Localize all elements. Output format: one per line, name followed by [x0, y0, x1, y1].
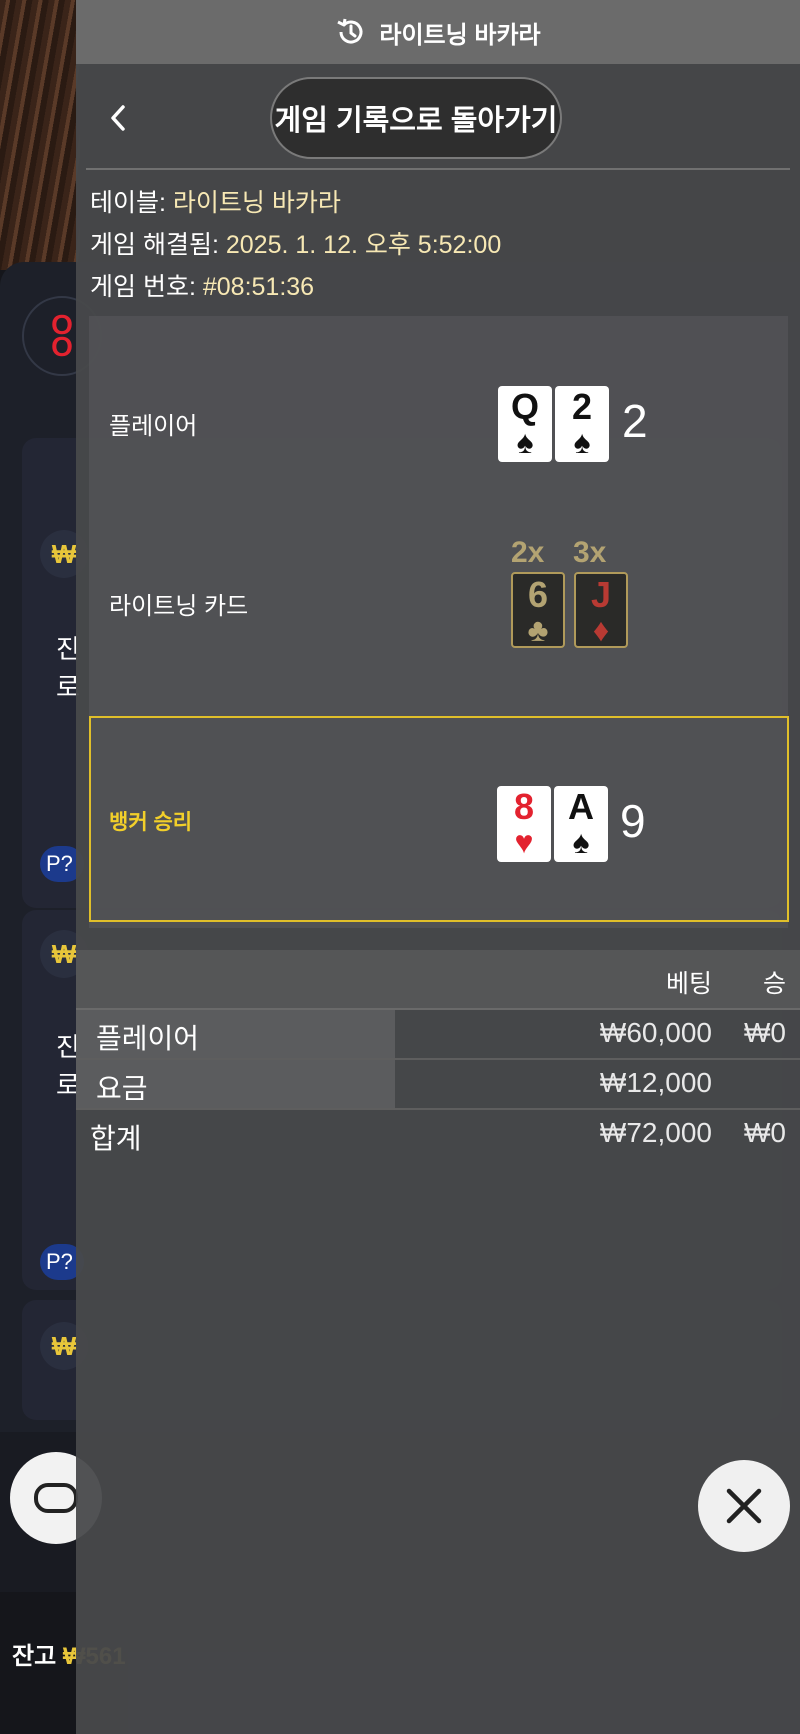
player-result-row: 플레이어 Q ♠ 2 ♠ 2: [89, 316, 789, 516]
game-result: 플레이어 Q ♠ 2 ♠ 2 라이트닝 카드 2x 3x 6 ♣ J ♦ 뱅커 승리: [89, 316, 789, 928]
bets-table-header: 베팅 승: [76, 950, 800, 1010]
banker-score: 9: [620, 795, 646, 847]
bets-total-row: 합계 ₩72,000 ₩0: [90, 1117, 786, 1154]
chat-bubble-icon: [34, 1483, 78, 1513]
column-win: 승: [762, 970, 786, 998]
nav-row: 게임 기록으로 돌아가기: [86, 64, 790, 170]
playing-card: 8 ♥: [497, 786, 551, 862]
lightning-card: J ♦: [574, 572, 628, 648]
table-wood-image: [0, 0, 80, 270]
lightning-cards-row: 라이트닝 카드 2x 3x 6 ♣ J ♦: [89, 516, 789, 716]
game-number-info: 게임 번호: #08:51:36: [90, 273, 315, 301]
bet-row: 플레이어 ₩60,000 ₩0: [76, 1010, 800, 1060]
multiplier: 3x: [573, 536, 607, 569]
lightning-card: 6 ♣: [511, 572, 565, 648]
banker-win-label: 뱅커 승리: [109, 811, 193, 834]
close-button[interactable]: [698, 1460, 790, 1552]
column-bet: 베팅: [665, 970, 712, 998]
close-icon: [726, 1488, 762, 1524]
bets-table: 베팅 승 플레이어 ₩60,000 ₩0 요금 ₩12,000 합계 ₩72,0…: [76, 950, 800, 1160]
lightning-cards-label: 라이트닝 카드: [109, 593, 249, 620]
banker-result-row: 뱅커 승리 8 ♥ A ♠ 9: [89, 716, 789, 922]
player-score: 2: [622, 395, 648, 447]
panel-title: 라이트닝 바카라: [379, 21, 541, 49]
chevron-left-icon: [111, 105, 125, 131]
back-to-history-button[interactable]: 게임 기록으로 돌아가기: [270, 77, 562, 159]
game-history-panel: 라이트닝 바카라 게임 기록으로 돌아가기 테이블: 라이트닝 바카라 게임 해…: [76, 0, 800, 1734]
panel-header: 라이트닝 바카라: [76, 0, 800, 64]
history-icon: [337, 18, 363, 44]
playing-card: Q ♠: [498, 386, 552, 462]
playing-card: A ♠: [554, 786, 608, 862]
bet-row: 요금 ₩12,000: [76, 1060, 800, 1110]
table-info: 테이블: 라이트닝 바카라: [90, 189, 341, 217]
playing-card: 2 ♠: [555, 386, 609, 462]
player-label: 플레이어: [109, 413, 198, 440]
back-button[interactable]: [100, 100, 136, 136]
resolved-info: 게임 해결됨: 2025. 1. 12. 오후 5:52:00: [90, 231, 502, 259]
multiplier: 2x: [511, 536, 545, 569]
game-info: 테이블: 라이트닝 바카라 게임 해결됨: 2025. 1. 12. 오후 5:…: [76, 170, 800, 308]
